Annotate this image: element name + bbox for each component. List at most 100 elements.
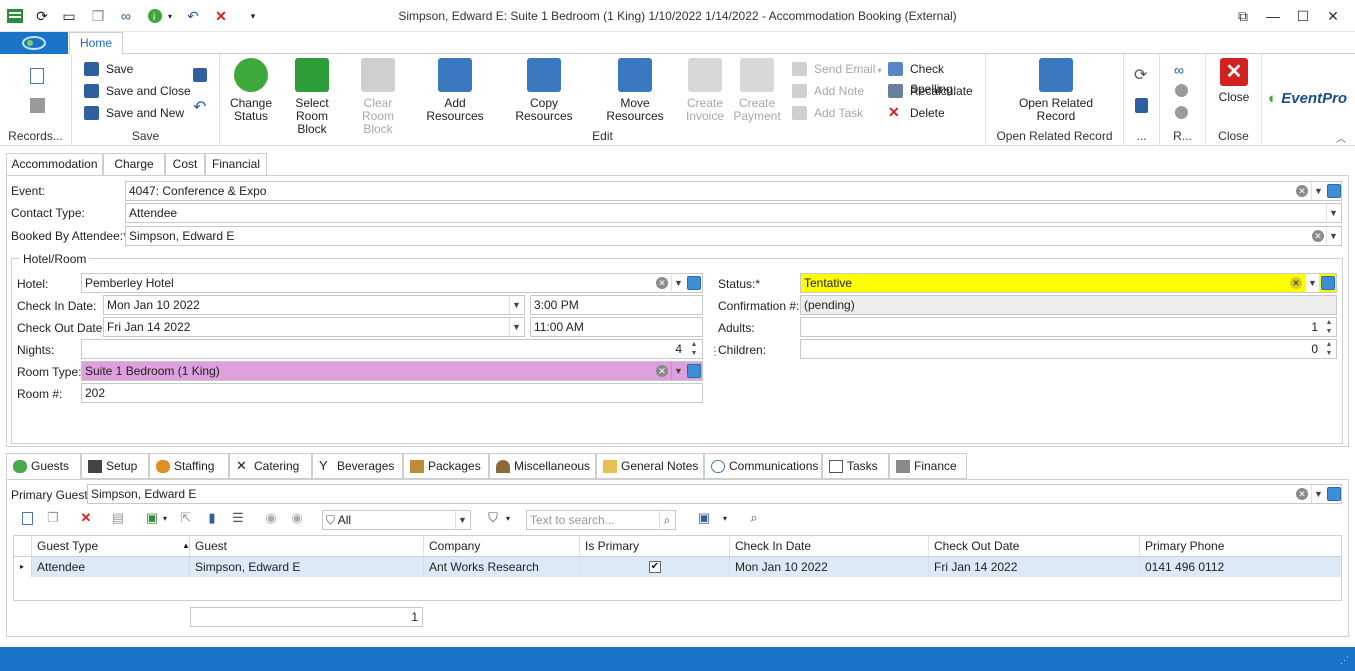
status-field[interactable]: Tentative ✕ ▼ (800, 273, 1337, 293)
lookup-icon[interactable] (1327, 184, 1341, 198)
add-task-button[interactable]: Add Task (792, 103, 863, 123)
undo-save-icon[interactable]: ↶ (193, 97, 206, 117)
spin-arrows-icon[interactable]: ▲ ▼ (1322, 318, 1336, 336)
tab-setup[interactable]: Setup (81, 453, 149, 479)
move-down-icon[interactable]: ◉ (288, 509, 306, 527)
cell-guest-type[interactable]: Attendee (32, 557, 190, 577)
cell-primary-phone[interactable]: 0141 496 0112 (1140, 557, 1341, 577)
change-status-button[interactable]: Change Status (222, 58, 280, 123)
move-resources-button[interactable]: Move Resources (592, 58, 678, 123)
column-header-company[interactable]: Company (424, 536, 580, 556)
chevron-down-icon[interactable]: ▼ (671, 362, 685, 380)
copy-resources-button[interactable]: Copy Resources (502, 58, 586, 123)
delete-row-icon[interactable]: ✕ (77, 509, 95, 527)
chevron-down-icon[interactable]: ▼ (455, 511, 469, 529)
is-primary-checkbox[interactable]: ✔ (649, 561, 661, 573)
tab-general-notes[interactable]: General Notes (596, 453, 704, 479)
create-payment-button[interactable]: Create Payment (732, 58, 782, 123)
column-header-guest[interactable]: Guest (190, 536, 424, 556)
select-room-block-button[interactable]: Select Room Block (282, 58, 342, 136)
cell-is-primary[interactable]: ✔ (580, 557, 730, 577)
close-window-button[interactable]: ✕ (1322, 6, 1344, 26)
delete-button[interactable]: ✕ Delete (888, 103, 945, 123)
edit-row-icon[interactable]: ▤ (109, 509, 127, 527)
minimize-button[interactable]: — (1262, 6, 1284, 26)
close-button[interactable]: ✕ Close (1212, 58, 1256, 104)
new-record-icon[interactable] (30, 68, 44, 84)
lookup-icon[interactable] (687, 364, 701, 378)
row-expand-icon[interactable]: ▸ (14, 557, 32, 577)
chevron-down-icon[interactable]: ▼ (1326, 227, 1340, 245)
file-tab[interactable] (0, 32, 68, 54)
add-resources-button[interactable]: Add Resources (416, 58, 494, 123)
tab-staffing[interactable]: Staffing (149, 453, 229, 479)
chevron-down-icon[interactable]: ▼ (671, 274, 685, 292)
chevron-down-icon[interactable]: ▼ (509, 318, 523, 336)
primary-guest-field[interactable]: Simpson, Edward E ✕ ▼ (87, 484, 1342, 504)
move-down-icon[interactable] (1175, 106, 1188, 119)
search-input[interactable]: Text to search... ⌕ (526, 510, 676, 530)
open-record-icon[interactable]: ▮ (203, 509, 221, 527)
cell-guest[interactable]: Simpson, Edward E (190, 557, 424, 577)
export-icon[interactable]: ▣ (695, 509, 713, 527)
tab-communications[interactable]: Communications (704, 453, 822, 479)
create-invoice-button[interactable]: Create Invoice (682, 58, 728, 123)
filter-select[interactable]: ⛉ All ▼ (322, 510, 471, 530)
find-icon[interactable]: ∞ (1174, 62, 1184, 78)
clear-icon[interactable]: ✕ (656, 277, 668, 289)
move-up-icon[interactable] (1175, 84, 1188, 97)
chevron-down-icon[interactable]: ▼ (509, 296, 523, 314)
column-header-check-in[interactable]: Check In Date (730, 536, 929, 556)
check-spelling-button[interactable]: Check Spelling (888, 59, 985, 96)
chevron-down-icon[interactable]: ▾ (716, 509, 734, 527)
resize-grip-icon[interactable]: ⋰ (1340, 655, 1349, 666)
save-button[interactable]: Save (84, 59, 133, 79)
copy-row-icon[interactable]: ❐ (44, 509, 62, 527)
tab-tasks[interactable]: Tasks (822, 453, 889, 479)
check-out-time-field[interactable]: 11:00 AM (530, 317, 703, 337)
children-stepper[interactable]: 0 ▲ ▼ (800, 339, 1337, 359)
save-and-new-button[interactable]: Save and New (84, 103, 184, 123)
tab-miscellaneous[interactable]: Miscellaneous (489, 453, 596, 479)
document-icon[interactable] (1135, 98, 1148, 113)
booked-by-field[interactable]: Simpson, Edward E ✕ ▼ (125, 226, 1342, 246)
tab-guests[interactable]: Guests (6, 453, 81, 479)
chevron-down-icon[interactable]: ▾ (156, 509, 174, 527)
cell-check-in[interactable]: Mon Jan 10 2022 (730, 557, 929, 577)
check-in-date-field[interactable]: Mon Jan 10 2022 ▼ (103, 295, 525, 315)
clear-icon[interactable]: ✕ (656, 365, 668, 377)
event-field[interactable]: 4047: Conference & Expo ✕ ▼ (125, 181, 1342, 201)
cell-company[interactable]: Ant Works Research (424, 557, 580, 577)
chevron-down-icon[interactable]: ▼ (1305, 274, 1319, 292)
new-row-icon[interactable] (18, 509, 36, 527)
adults-stepper[interactable]: 1 ▲ ▼ (800, 317, 1337, 337)
spin-arrows-icon[interactable]: ▲ ▼ (687, 340, 701, 358)
tab-cost[interactable]: Cost (165, 153, 205, 176)
tab-home[interactable]: Home (69, 32, 123, 55)
tab-finance[interactable]: Finance (889, 453, 967, 479)
add-note-button[interactable]: Add Note (792, 81, 864, 101)
save-and-close-button[interactable]: Save and Close (84, 81, 191, 101)
tab-accommodation[interactable]: Accommodation (6, 153, 103, 176)
move-up-icon[interactable]: ◉ (262, 509, 280, 527)
clear-icon[interactable]: ✕ (1296, 185, 1308, 197)
save-all-icon[interactable] (193, 68, 207, 82)
column-header-is-primary[interactable]: Is Primary (580, 536, 730, 556)
details-icon[interactable]: ☰ (229, 509, 247, 527)
chevron-down-icon[interactable]: ▼ (1311, 485, 1325, 503)
room-type-field[interactable]: Suite 1 Bedroom (1 King) ✕ ▼ (81, 361, 703, 381)
tab-charge[interactable]: Charge (103, 153, 165, 176)
recalculate-button[interactable]: Recalculate (888, 81, 973, 101)
check-in-time-field[interactable]: 3:00 PM (530, 295, 703, 315)
lookup-icon[interactable] (687, 276, 701, 290)
tab-packages[interactable]: Packages (403, 453, 489, 479)
tab-catering[interactable]: ✕ Catering (229, 453, 312, 479)
maximize-button[interactable]: ☐ (1292, 6, 1314, 26)
lookup-icon[interactable] (1321, 276, 1335, 290)
search-icon[interactable]: ⌕ (659, 511, 674, 529)
column-header-check-out[interactable]: Check Out Date (929, 536, 1140, 556)
hotel-field[interactable]: Pemberley Hotel ✕ ▼ (81, 273, 703, 293)
tab-financial[interactable]: Financial (205, 153, 267, 176)
clear-icon[interactable]: ✕ (1296, 488, 1308, 500)
tab-beverages[interactable]: Y Beverages (312, 453, 403, 479)
